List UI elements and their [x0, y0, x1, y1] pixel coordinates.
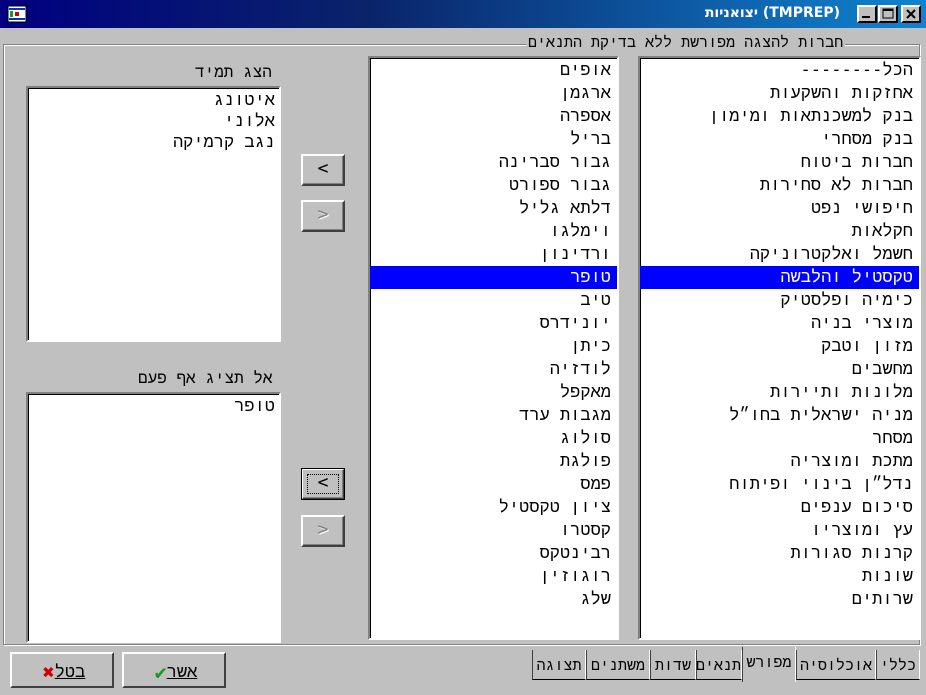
window-title: יצואניות (TMPREP) [704, 5, 840, 21]
category-item[interactable]: קרנות סגורות [640, 542, 919, 565]
minimize-button[interactable] [857, 5, 877, 23]
category-item[interactable]: כימיה ופלסטיק [640, 289, 919, 312]
category-item[interactable]: חיפושי נפט [640, 197, 919, 220]
company-item[interactable]: ארגמן [370, 82, 617, 105]
tab-2[interactable]: מפורש [742, 647, 796, 682]
category-item[interactable]: חקלאות [640, 220, 919, 243]
category-item[interactable]: חשמל ואלקטרוניקה [640, 243, 919, 266]
category-item[interactable]: שונות [640, 565, 919, 588]
category-item[interactable]: אחזקות והשקעות [640, 82, 919, 105]
minimize-icon [862, 16, 870, 18]
category-item[interactable]: טקסטיל והלבשה [640, 266, 919, 289]
company-item[interactable]: גבור סברינה [370, 151, 617, 174]
company-item[interactable]: שלג [370, 588, 617, 611]
maximize-button[interactable] [878, 5, 898, 23]
category-item[interactable]: בנק מסחרי [640, 128, 919, 151]
tab-6[interactable]: תצוגה [532, 650, 586, 680]
tab-1[interactable]: אוכלוסיה [796, 650, 876, 680]
add-to-always-button[interactable]: < [301, 154, 345, 186]
company-item[interactable]: וימלגו [370, 220, 617, 243]
always-show-list[interactable]: איטונג אלוני נגב קרמיקה [26, 86, 281, 342]
category-item[interactable]: חברות לא סחירות [640, 174, 919, 197]
remove-from-always-button[interactable]: > [301, 200, 345, 232]
ok-button[interactable]: ✔אשר [122, 652, 226, 688]
cancel-button[interactable]: ✖בטל [10, 652, 114, 688]
company-item[interactable]: יונידרס [370, 312, 617, 335]
category-item[interactable]: בנק למשכנתאות ומימון [640, 105, 919, 128]
category-item[interactable]: שרותים [640, 588, 919, 611]
category-item[interactable]: --------הכל [640, 59, 919, 82]
company-item[interactable]: לודזיה [370, 358, 617, 381]
category-item[interactable]: מלונות ותיירות [640, 381, 919, 404]
company-item[interactable]: רבינטקס [370, 542, 617, 565]
company-item[interactable]: טופר [370, 266, 617, 289]
always-show-item[interactable]: אלוני [28, 111, 279, 132]
company-item[interactable]: אופים [370, 59, 617, 82]
close-button[interactable] [901, 5, 921, 23]
never-show-label: אל תציג אף פעם [138, 368, 273, 387]
add-to-never-button[interactable]: < [301, 468, 345, 500]
tab-5[interactable]: משתנים [586, 650, 650, 680]
category-item[interactable]: מזון וטבק [640, 335, 919, 358]
company-item[interactable]: סולוג [370, 427, 617, 450]
tab-0[interactable]: כללי [876, 650, 920, 680]
cancel-label: בטל [54, 662, 86, 682]
arrow-left-icon: < [317, 158, 329, 179]
category-item[interactable]: מסחר [640, 427, 919, 450]
company-item[interactable]: מאקפל [370, 381, 617, 404]
flag-icon[interactable] [7, 5, 27, 23]
always-show-item[interactable]: איטונג [28, 90, 279, 111]
company-item[interactable]: קסטרו [370, 519, 617, 542]
check-icon: ✔ [154, 660, 167, 684]
category-item[interactable]: מניה ישראלית בחו״ל [640, 404, 919, 427]
category-item[interactable]: מתכת ומוצריה [640, 450, 919, 473]
arrow-right-icon: > [317, 204, 329, 225]
close-icon [906, 9, 916, 19]
company-item[interactable]: ורדינון [370, 243, 617, 266]
never-show-item[interactable]: טופר [28, 396, 279, 417]
always-show-item[interactable]: נגב קרמיקה [28, 132, 279, 153]
category-item[interactable]: מחשבים [640, 358, 919, 381]
company-item[interactable]: רוגוזין [370, 565, 617, 588]
arrow-right-icon: > [317, 519, 329, 540]
company-item[interactable]: פולגת [370, 450, 617, 473]
category-item[interactable]: עץ ומוצריו [640, 519, 919, 542]
company-item[interactable]: בריל [370, 128, 617, 151]
arrow-left-icon: < [317, 472, 329, 493]
company-item[interactable]: טיב [370, 289, 617, 312]
category-item[interactable]: מוצרי בניה [640, 312, 919, 335]
category-item[interactable]: נדל״ן בינוי ופיתוח [640, 473, 919, 496]
company-item[interactable]: דלתא גליל [370, 197, 617, 220]
company-item[interactable]: ציון טקסטיל [370, 496, 617, 519]
company-item[interactable]: כיתן [370, 335, 617, 358]
tab-3[interactable]: תנאים [696, 650, 742, 680]
company-item[interactable]: פמס [370, 473, 617, 496]
remove-from-never-button[interactable]: > [301, 515, 345, 547]
company-item[interactable]: אספרה [370, 105, 617, 128]
group-title: חברות להצגה מפורשת ללא בדיקת התנאים [526, 33, 846, 52]
company-item[interactable]: גבור ספורט [370, 174, 617, 197]
always-show-label: הצג תמיד [195, 62, 272, 81]
category-list[interactable]: --------הכל אחזקות והשקעות בנק למשכנתאות ו… [638, 56, 921, 640]
maximize-icon [882, 8, 894, 19]
category-item[interactable]: חברות ביטוח [640, 151, 919, 174]
never-show-list[interactable]: טופר [26, 392, 281, 643]
ok-label: אשר [166, 662, 198, 682]
company-list[interactable]: אופים ארגמן אספרה בריל גבור סברינה גבור ספורט… [368, 56, 619, 640]
category-item[interactable]: סיכום ענפים [640, 496, 919, 519]
company-item[interactable]: מגבות ערד [370, 404, 617, 427]
tab-4[interactable]: שדות [650, 650, 696, 680]
x-icon: ✖ [42, 660, 55, 684]
